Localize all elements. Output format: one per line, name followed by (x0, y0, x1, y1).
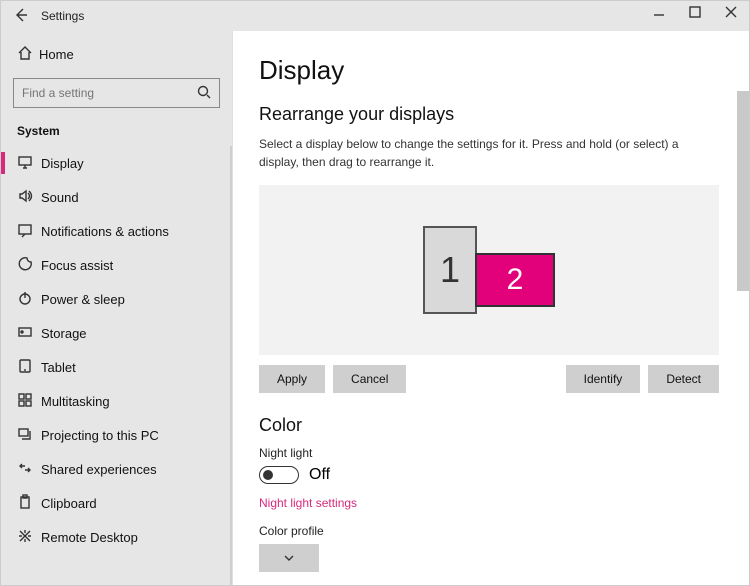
sidebar-item-label: Focus assist (41, 258, 113, 273)
chevron-down-icon (281, 550, 297, 566)
tablet-icon (17, 358, 41, 377)
home-icon (17, 45, 39, 64)
identify-button[interactable]: Identify (566, 365, 641, 393)
power-icon (17, 290, 41, 309)
sidebar-item-label: Projecting to this PC (41, 428, 159, 443)
rearrange-heading: Rearrange your displays (259, 104, 719, 125)
sidebar-item-storage[interactable]: Storage (1, 316, 232, 350)
search-icon (196, 84, 212, 103)
sidebar-item-multitasking[interactable]: Multitasking (1, 384, 232, 418)
color-heading: Color (259, 415, 719, 436)
sidebar-item-label: Notifications & actions (41, 224, 169, 239)
back-button[interactable] (9, 7, 33, 26)
toggle-pill-icon (259, 466, 299, 484)
color-profile-label: Color profile (259, 524, 719, 538)
titlebar: Settings (1, 1, 749, 31)
sidebar-item-label: Multitasking (41, 394, 110, 409)
category-label: System (1, 118, 232, 146)
color-profile-dropdown[interactable] (259, 544, 319, 572)
sidebar-item-label: Sound (41, 190, 79, 205)
night-light-state: Off (309, 466, 330, 484)
main-panel: Display Rearrange your displays Select a… (233, 31, 749, 585)
detect-button[interactable]: Detect (648, 365, 719, 393)
close-icon (723, 4, 739, 20)
maximize-button[interactable] (677, 1, 713, 31)
sidebar-scrollbar[interactable] (222, 146, 232, 585)
sidebar-item-label: Clipboard (41, 496, 97, 511)
home-label: Home (39, 47, 74, 62)
sidebar-item-clipboard[interactable]: Clipboard (1, 486, 232, 520)
scrollbar-thumb[interactable] (737, 91, 749, 291)
search-input[interactable] (13, 78, 220, 108)
display-icon (17, 154, 41, 173)
sidebar-item-projecting[interactable]: Projecting to this PC (1, 418, 232, 452)
close-button[interactable] (713, 1, 749, 31)
storage-icon (17, 324, 41, 343)
rearrange-description: Select a display below to change the set… (259, 135, 719, 171)
multitasking-icon (17, 392, 41, 411)
home-button[interactable]: Home (1, 31, 232, 78)
clipboard-icon (17, 494, 41, 513)
shared-icon (17, 460, 41, 479)
back-arrow-icon (13, 7, 29, 23)
display-arrangement-area[interactable]: 1 2 (259, 185, 719, 355)
search-wrap (1, 78, 232, 118)
apply-button[interactable]: Apply (259, 365, 325, 393)
monitor-1[interactable]: 1 (423, 226, 477, 314)
color-section: Color Night light Off Night light settin… (259, 415, 719, 572)
sidebar-item-label: Remote Desktop (41, 530, 138, 545)
minimize-button[interactable] (641, 1, 677, 31)
notifications-icon (17, 222, 41, 241)
night-light-toggle[interactable]: Off (259, 466, 719, 484)
sidebar-item-shared-experiences[interactable]: Shared experiences (1, 452, 232, 486)
body: Home System Display Sound (1, 31, 749, 585)
sidebar-item-tablet[interactable]: Tablet (1, 350, 232, 384)
nav-list: Display Sound Notifications & actions Fo… (1, 146, 232, 585)
cancel-button[interactable]: Cancel (333, 365, 406, 393)
night-light-settings-link[interactable]: Night light settings (259, 496, 357, 510)
focus-assist-icon (17, 256, 41, 275)
sidebar-item-power-sleep[interactable]: Power & sleep (1, 282, 232, 316)
sidebar-item-remote-desktop[interactable]: Remote Desktop (1, 520, 232, 554)
sound-icon (17, 188, 41, 207)
projecting-icon (17, 426, 41, 445)
sidebar-item-label: Display (41, 156, 84, 171)
sidebar-item-label: Storage (41, 326, 87, 341)
arrangement-buttons: Apply Cancel Identify Detect (259, 365, 719, 393)
sidebar-item-label: Power & sleep (41, 292, 125, 307)
maximize-icon (687, 4, 703, 20)
main-scrollbar[interactable] (735, 41, 749, 585)
remote-desktop-icon (17, 528, 41, 547)
window-title: Settings (33, 9, 641, 23)
monitor-2[interactable]: 2 (475, 253, 555, 307)
sidebar-item-label: Tablet (41, 360, 76, 375)
sidebar-item-sound[interactable]: Sound (1, 180, 232, 214)
minimize-icon (651, 4, 667, 20)
sidebar-item-focus-assist[interactable]: Focus assist (1, 248, 232, 282)
page-title: Display (259, 55, 719, 86)
sidebar: Home System Display Sound (1, 31, 233, 585)
sidebar-item-label: Shared experiences (41, 462, 157, 477)
night-light-label: Night light (259, 446, 719, 460)
settings-window: Settings Home (0, 0, 750, 586)
sidebar-item-display[interactable]: Display (1, 146, 232, 180)
sidebar-item-notifications[interactable]: Notifications & actions (1, 214, 232, 248)
